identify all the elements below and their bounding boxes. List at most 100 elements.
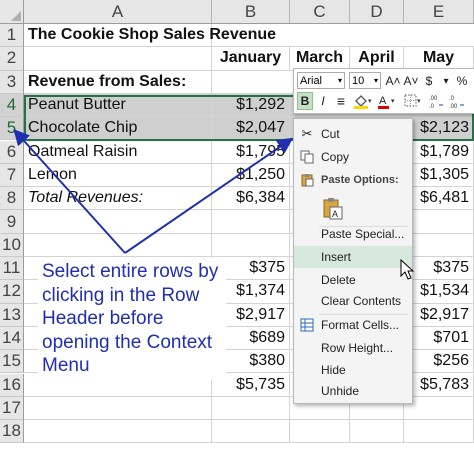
row-header-1[interactable]: 1 <box>0 24 24 48</box>
cell-e1[interactable] <box>404 24 474 48</box>
cell-e16[interactable]: $5,783 <box>404 373 474 397</box>
font-color-icon: A ▾ <box>378 95 395 109</box>
table-row <box>24 420 474 444</box>
row-header-14[interactable]: 14 <box>0 326 24 351</box>
cell-e8[interactable]: $6,481 <box>404 187 474 211</box>
cell-e6[interactable]: $1,789 <box>404 140 474 164</box>
cell-e14[interactable]: $701 <box>404 326 474 351</box>
paste-button[interactable]: A <box>294 194 412 224</box>
cell-d1[interactable] <box>350 24 404 48</box>
menu-item-row-height[interactable]: Row Height... <box>294 337 412 359</box>
row-header-5[interactable]: 5 <box>0 117 24 141</box>
row-header-2[interactable]: 2 <box>0 47 24 71</box>
row-header-15[interactable]: 15 <box>0 350 24 374</box>
menu-item-cut[interactable]: ✂ Cut <box>294 123 412 145</box>
menu-item-paste-special[interactable]: Paste Special... <box>294 223 412 245</box>
menu-item-unhide[interactable]: Unhide <box>294 380 412 402</box>
cell-d18[interactable] <box>350 420 404 444</box>
cell-e5[interactable]: $2,123 <box>404 117 474 141</box>
cell-e12[interactable]: $1,534 <box>404 280 474 304</box>
percent-button[interactable]: % <box>454 72 470 90</box>
row-header-12[interactable]: 12 <box>0 280 24 304</box>
font-size-box[interactable]: 10 ▾ <box>349 72 381 89</box>
cell-a9[interactable] <box>24 210 212 234</box>
increase-decimal-button[interactable]: .00 .0 <box>428 92 446 110</box>
row-header-11[interactable]: 11 <box>0 257 24 281</box>
cell-b3[interactable] <box>212 71 290 94</box>
row-header-18[interactable]: 18 <box>0 420 24 444</box>
menu-item-clear-contents[interactable]: Clear Contents <box>294 290 412 312</box>
cell-b10[interactable] <box>212 233 290 257</box>
row-header-13[interactable]: 13 <box>0 303 24 327</box>
bold-button[interactable]: B <box>297 92 313 110</box>
column-header-e[interactable]: E <box>404 0 474 24</box>
cell-b18[interactable] <box>212 420 290 444</box>
svg-text:▾: ▾ <box>391 98 395 105</box>
row-header-9[interactable]: 9 <box>0 210 24 234</box>
select-all-corner[interactable] <box>0 0 24 24</box>
row-header-16[interactable]: 16 <box>0 373 24 397</box>
row-header-6[interactable]: 6 <box>0 140 24 164</box>
cell-b6[interactable]: $1,795 <box>212 140 290 164</box>
cell-a8[interactable]: Total Revenues: <box>24 187 212 211</box>
menu-item-copy[interactable]: Copy <box>294 146 412 168</box>
increase-font-button[interactable]: A˄ <box>385 72 401 90</box>
font-name-box[interactable]: Arial ▾ <box>297 72 345 89</box>
row-header-17[interactable]: 17 <box>0 396 24 421</box>
row-header-8[interactable]: 8 <box>0 187 24 211</box>
cell-a6[interactable]: Oatmeal Raisin <box>24 140 212 164</box>
menu-item-hide[interactable]: Hide <box>294 359 412 381</box>
cell-a7[interactable]: Lemon <box>24 163 212 188</box>
row-header-10[interactable]: 10 <box>0 233 24 257</box>
chevron-down-icon: ▾ <box>373 76 378 85</box>
cell-e18[interactable] <box>404 420 474 444</box>
cell-a2[interactable] <box>24 47 212 71</box>
cell-e15[interactable]: $256 <box>404 350 474 374</box>
fill-color-button[interactable]: ▾ <box>351 92 373 110</box>
cell-b9[interactable] <box>212 210 290 234</box>
italic-button[interactable]: I <box>315 92 331 110</box>
row-header-4[interactable]: 4 <box>0 93 24 118</box>
menu-item-delete[interactable]: Delete <box>294 269 412 291</box>
cell-b17[interactable] <box>212 396 290 421</box>
cell-b1[interactable] <box>212 24 290 48</box>
column-header-b[interactable]: B <box>212 0 290 24</box>
cell-b2[interactable]: January <box>212 47 290 71</box>
cell-e17[interactable] <box>404 396 474 421</box>
row-header-3[interactable]: 3 <box>0 70 24 94</box>
cell-b5[interactable]: $2,047 <box>212 117 290 141</box>
cell-e9[interactable] <box>404 210 474 234</box>
menu-label: Unhide <box>321 384 360 398</box>
decrease-decimal-button[interactable]: .0 .00 <box>448 92 466 110</box>
font-color-button[interactable]: A ▾ <box>376 92 398 110</box>
column-header-c[interactable]: C <box>290 0 350 24</box>
borders-button[interactable]: ▾ <box>402 92 424 110</box>
menu-item-format-cells[interactable]: Format Cells... <box>294 314 412 336</box>
svg-text:A: A <box>379 95 387 107</box>
cell-e11[interactable]: $375 <box>404 257 474 281</box>
column-header-a[interactable]: A <box>24 0 212 24</box>
column-header-d[interactable]: D <box>350 0 404 24</box>
row-header-7[interactable]: 7 <box>0 163 24 188</box>
cell-e7[interactable]: $1,305 <box>404 163 474 188</box>
chevron-down-icon[interactable]: ▾ <box>439 72 453 90</box>
cell-a18[interactable] <box>24 420 212 444</box>
cell-a10[interactable] <box>24 233 212 257</box>
cell-b8[interactable]: $6,384 <box>212 187 290 211</box>
cell-c1[interactable] <box>290 24 350 48</box>
currency-button[interactable]: $ <box>421 72 437 90</box>
cell-a17[interactable] <box>24 396 212 421</box>
cell-b7[interactable]: $1,250 <box>212 163 290 188</box>
menu-item-insert[interactable]: Insert <box>294 246 412 268</box>
cell-a5[interactable]: Chocolate Chip <box>24 117 212 141</box>
cell-a4[interactable]: Peanut Butter <box>24 93 212 118</box>
cell-c18[interactable] <box>290 420 350 444</box>
mini-toolbar: Arial ▾ 10 ▾ A˄ A˅ $ ▾ % B I ≡ ▾ A ▾ ▾ .… <box>293 68 474 114</box>
cell-e10[interactable] <box>404 233 474 257</box>
cell-b4[interactable]: $1,292 <box>212 93 290 118</box>
align-button[interactable]: ≡ <box>333 92 349 110</box>
cell-a3[interactable]: Revenue from Sales: <box>24 70 212 94</box>
cell-e13[interactable]: $2,917 <box>404 303 474 327</box>
cell-a1[interactable]: The Cookie Shop Sales Revenue <box>24 24 276 48</box>
decrease-font-button[interactable]: A˅ <box>403 72 419 90</box>
